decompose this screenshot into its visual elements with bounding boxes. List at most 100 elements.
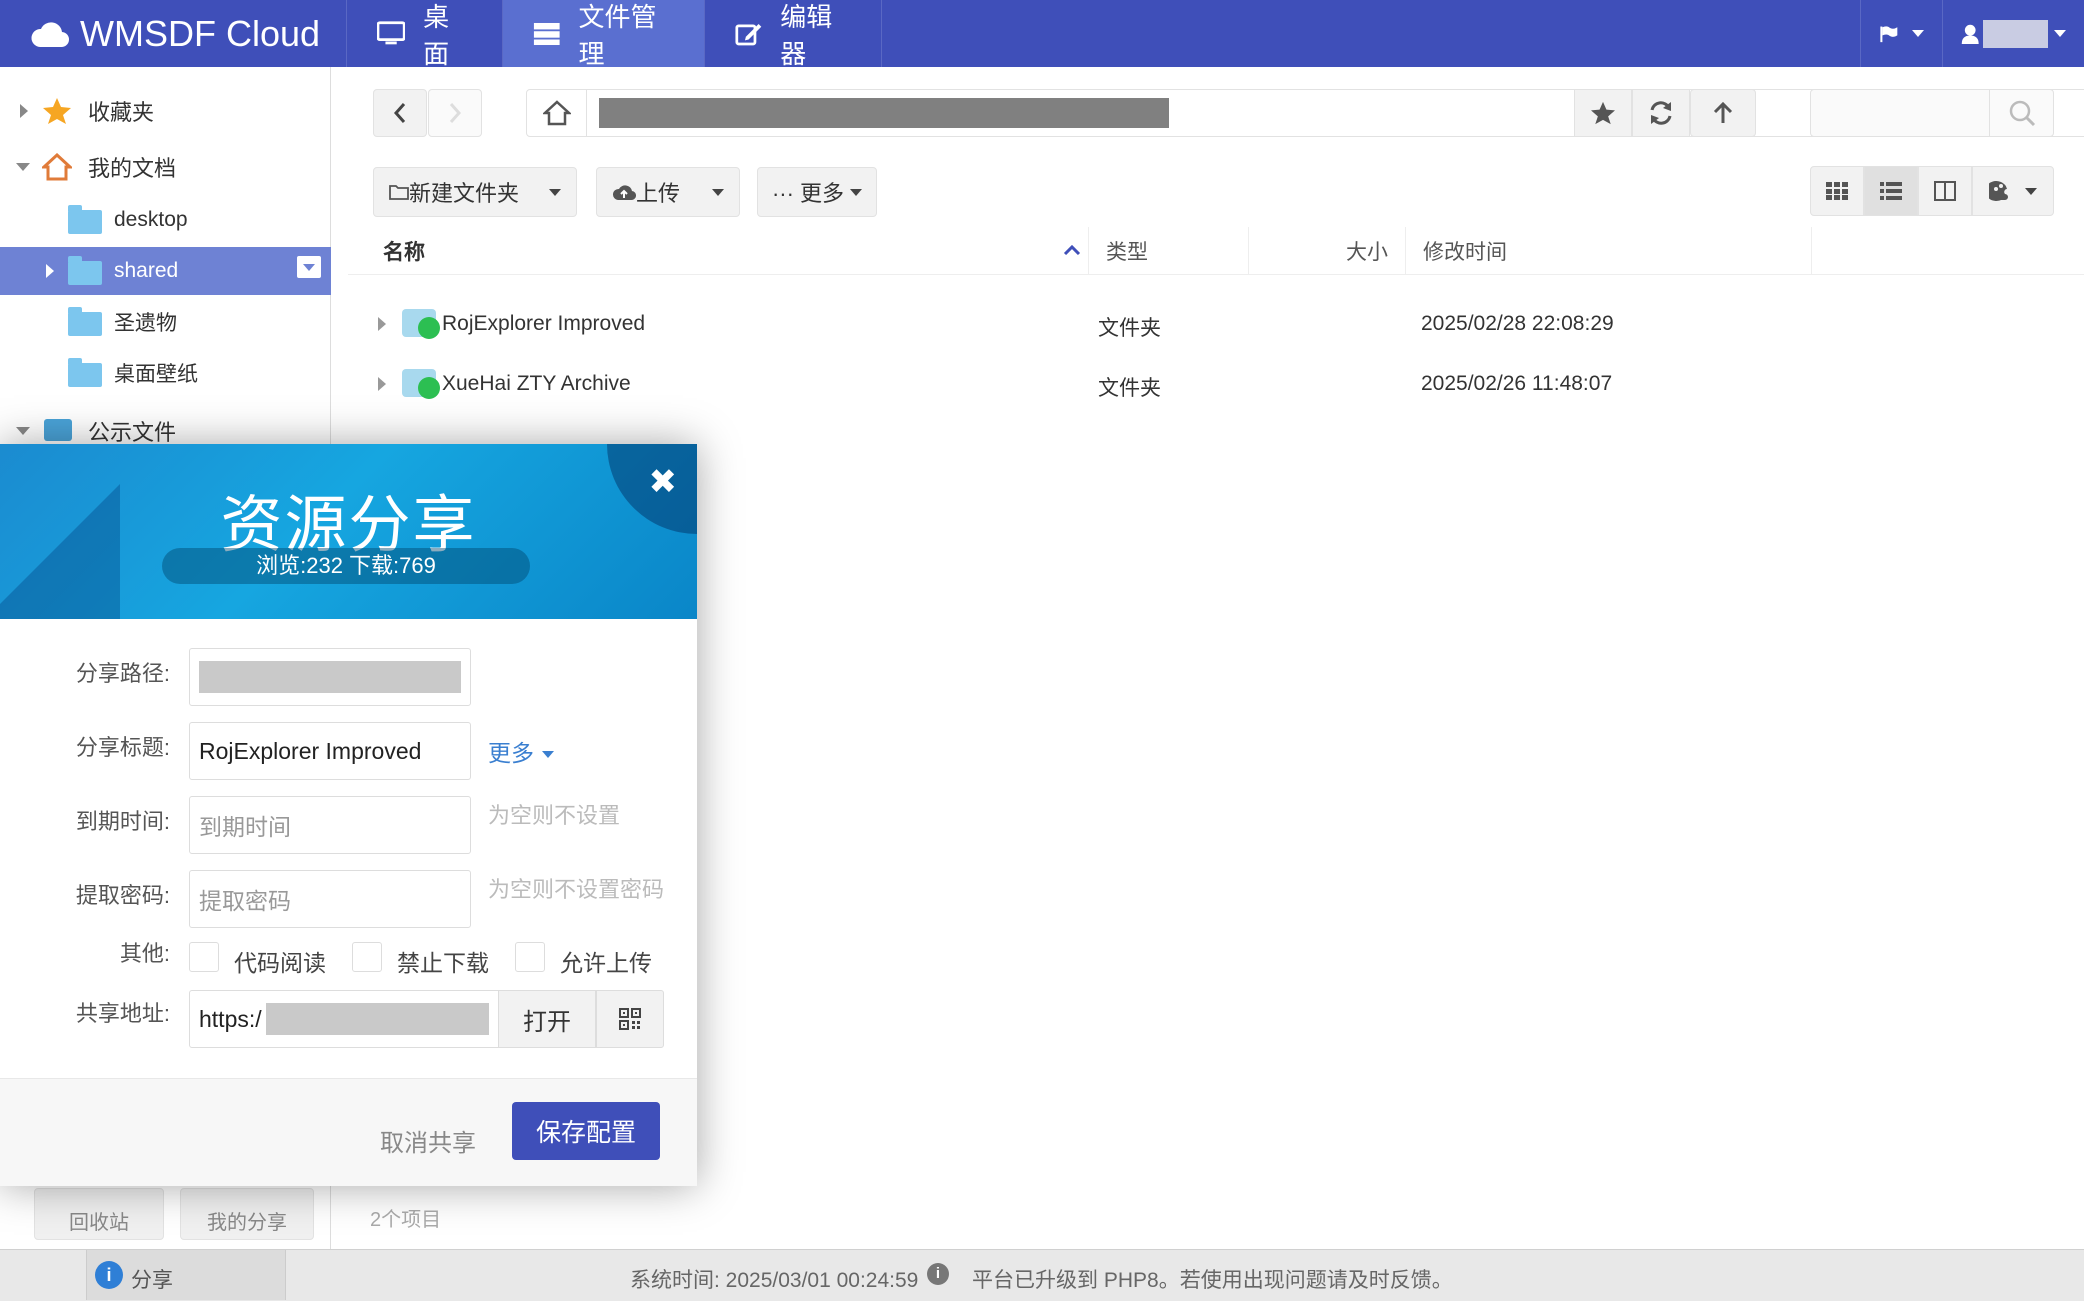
dialog-header: 资源分享 浏览:232 下载:769 ✖	[0, 444, 697, 619]
shared-folder-icon	[402, 309, 440, 339]
more-options-label: 更多	[488, 740, 534, 766]
upload-button[interactable]: 上传	[596, 167, 740, 217]
search-button[interactable]	[1989, 90, 2053, 136]
password-field[interactable]: 提取密码	[189, 870, 471, 928]
chevron-down-icon	[2025, 187, 2037, 195]
my-share-button[interactable]: 我的分享	[180, 1188, 314, 1240]
url-label: 共享地址:	[75, 1001, 170, 1026]
tree-item-favorites[interactable]: 收藏夹	[0, 87, 331, 135]
file-modified: 2025/02/26 11:48:07	[1421, 372, 1613, 395]
allow-upload-label: 允许上传	[560, 950, 652, 976]
home-button[interactable]	[527, 90, 587, 136]
tree-item-desktop[interactable]: desktop	[0, 196, 331, 244]
nav-editor-label: 编辑器	[780, 1, 833, 69]
qrcode-icon	[619, 1008, 641, 1030]
no-download-checkbox[interactable]	[352, 942, 382, 972]
column-header-type[interactable]: 类型	[1106, 227, 1256, 275]
file-row[interactable]: RojExplorer Improved 文件夹 2025/02/28 22:0…	[348, 295, 2084, 353]
flag-menu[interactable]	[1860, 0, 1942, 67]
columns-icon	[1934, 181, 1956, 201]
up-button[interactable]	[1690, 89, 1756, 137]
tree-label: 我的文档	[88, 156, 177, 181]
system-time: 系统时间: 2025/03/01 00:24:59	[630, 1269, 919, 1292]
palette-icon	[1989, 181, 2008, 201]
menu-dropdown-icon[interactable]	[297, 256, 321, 278]
file-row[interactable]: XueHai ZTY Archive 文件夹 2025/02/26 11:48:…	[348, 355, 2084, 413]
monitor-icon	[377, 20, 406, 44]
nav-desktop[interactable]: 桌面	[346, 0, 502, 69]
recycle-label: 回收站	[69, 1212, 129, 1234]
column-header-modified[interactable]: 修改时间	[1423, 227, 1623, 275]
brand[interactable]: WMSDF Cloud	[30, 0, 320, 67]
search-box[interactable]	[1810, 89, 2054, 137]
cancel-share-button[interactable]: 取消共享	[380, 1123, 476, 1158]
expire-time-field[interactable]: 到期时间	[189, 796, 471, 854]
column-header-name[interactable]: 名称	[383, 227, 1097, 275]
refresh-button[interactable]	[1632, 89, 1690, 137]
shared-folder-icon	[402, 369, 440, 399]
save-config-button[interactable]: 保存配置	[512, 1102, 660, 1160]
qrcode-button[interactable]	[596, 990, 664, 1048]
allow-upload-checkbox[interactable]	[515, 942, 545, 972]
collapse-arrow-icon[interactable]	[16, 427, 30, 435]
expand-arrow-icon[interactable]	[46, 264, 54, 278]
chevron-down-icon	[1912, 30, 1924, 37]
chevron-down-icon	[712, 188, 724, 196]
split-view-button[interactable]	[1918, 166, 1972, 216]
column-header-size[interactable]: 大小	[1248, 227, 1388, 275]
info-icon[interactable]: i	[927, 1263, 949, 1285]
more-label: ··· 更多	[771, 181, 845, 206]
expand-arrow-icon[interactable]	[20, 104, 28, 118]
title-label: 分享标题:	[75, 735, 170, 760]
tree-item-relics[interactable]: 圣遗物	[0, 298, 331, 346]
share-path-field[interactable]	[189, 648, 471, 706]
task-tab[interactable]: i 分享	[86, 1250, 286, 1300]
expire-hint: 为空则不设置	[488, 803, 621, 828]
home-icon	[542, 100, 571, 126]
folder-icon	[68, 307, 102, 336]
divider	[1405, 227, 1406, 275]
item-count: 2个项目	[370, 1209, 442, 1231]
open-url-button[interactable]: 打开	[498, 990, 596, 1048]
share-title-field[interactable]: RojExplorer Improved	[189, 722, 471, 780]
tree-label: shared	[114, 259, 179, 282]
list-view-button[interactable]	[1864, 166, 1918, 216]
file-name: XueHai ZTY Archive	[442, 372, 631, 395]
dialog-footer: 取消共享 保存配置	[0, 1078, 697, 1186]
tree-item-wallpaper[interactable]: 桌面壁纸	[0, 349, 331, 397]
tree-item-shared[interactable]: shared	[0, 247, 331, 295]
more-button[interactable]: ··· 更多	[757, 167, 877, 217]
forward-button[interactable]	[428, 89, 482, 137]
folder-icon	[68, 358, 102, 387]
folder-outline-icon	[389, 185, 409, 200]
back-button[interactable]	[373, 89, 427, 137]
expand-arrow-icon[interactable]	[378, 377, 386, 391]
user-menu[interactable]	[1942, 0, 2084, 67]
password-hint: 为空则不设置密码	[488, 877, 665, 902]
tree-item-my-docs[interactable]: 我的文档	[0, 143, 331, 191]
expand-arrow-icon[interactable]	[378, 317, 386, 331]
grid-view-button[interactable]	[1810, 166, 1864, 216]
code-read-checkbox[interactable]	[189, 942, 219, 972]
more-options-link[interactable]: 更多	[488, 734, 555, 768]
close-icon[interactable]: ✖	[649, 462, 678, 502]
share-url-field[interactable]: https:/	[189, 990, 499, 1048]
url-redacted	[265, 1003, 489, 1035]
divider	[1088, 227, 1089, 275]
recycle-bin-button[interactable]: 回收站	[34, 1188, 164, 1240]
tree-label: 圣遗物	[114, 312, 177, 335]
theme-button[interactable]	[1972, 166, 2054, 216]
chevron-left-icon	[393, 103, 406, 123]
tree-label: 公示文件	[88, 420, 177, 445]
info-icon: i	[95, 1261, 123, 1289]
favorite-button[interactable]	[1574, 89, 1632, 137]
nav-files[interactable]: 文件管理	[502, 0, 704, 69]
no-download-label: 禁止下载	[397, 950, 489, 976]
nav-editor[interactable]: 编辑器	[704, 0, 882, 69]
list-icon	[1880, 182, 1902, 200]
arrow-up-icon	[1713, 101, 1733, 123]
file-name: RojExplorer Improved	[442, 312, 646, 335]
new-folder-button[interactable]: 新建文件夹	[373, 167, 577, 217]
tree-label: desktop	[114, 208, 188, 231]
collapse-arrow-icon[interactable]	[16, 163, 30, 171]
